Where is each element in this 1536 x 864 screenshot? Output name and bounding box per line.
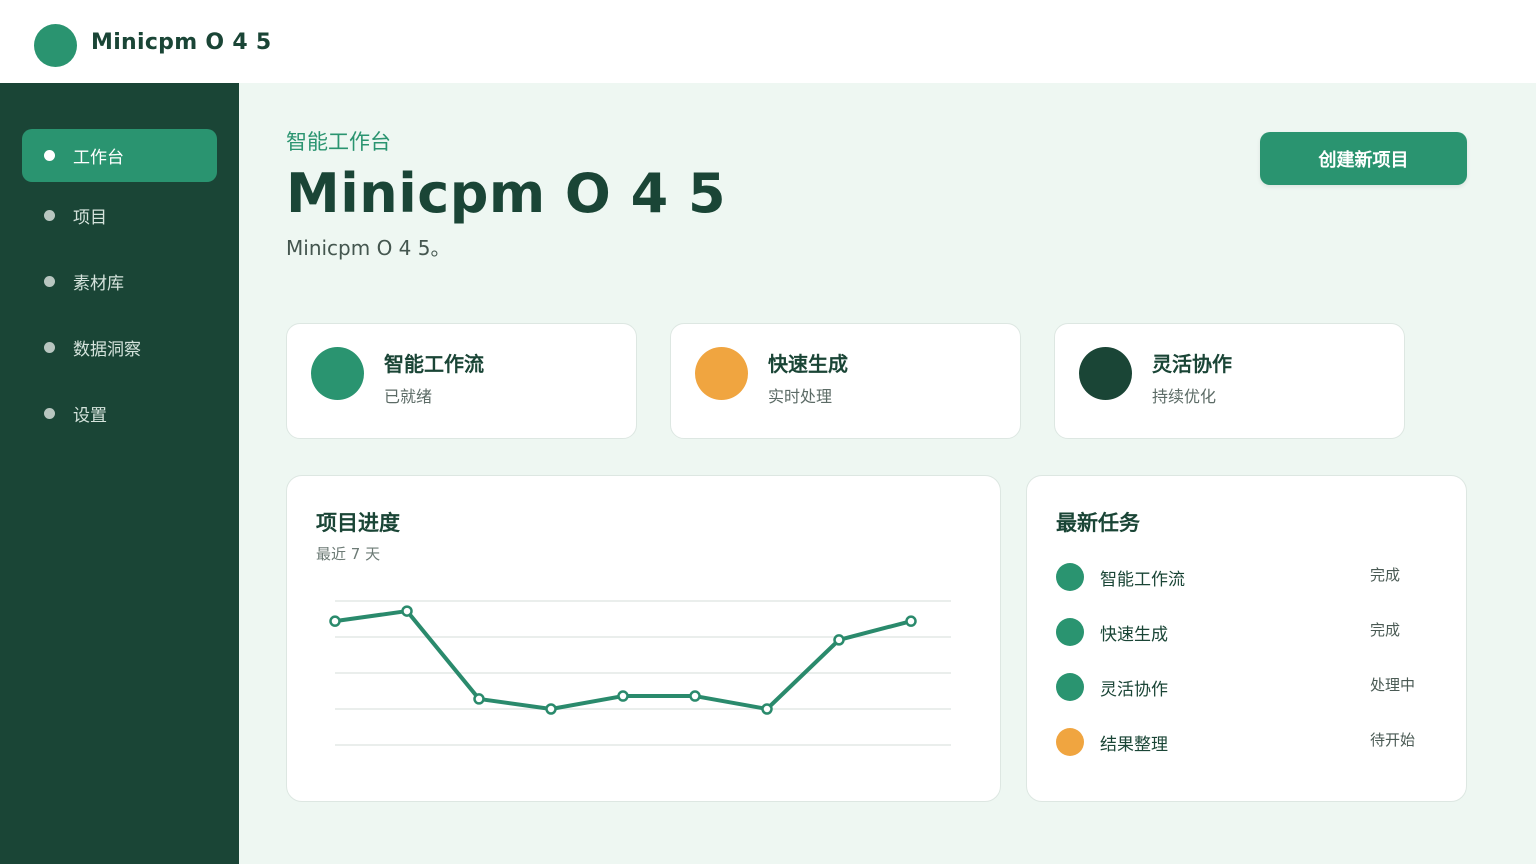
top-bar: Minicpm O 4 5 bbox=[0, 0, 1536, 83]
bullet-icon bbox=[44, 342, 55, 353]
panel-title: 最新任务 bbox=[1056, 511, 1140, 535]
bullet-icon bbox=[44, 210, 55, 221]
progress-panel: 项目进度 最近 7 天 bbox=[286, 475, 1001, 802]
app-title: Minicpm O 4 5 bbox=[91, 30, 272, 55]
sidebar-item-label: 工作台 bbox=[73, 148, 124, 168]
task-status: 完成 bbox=[1370, 621, 1401, 639]
progress-line-chart bbox=[329, 600, 951, 746]
sidebar-item-label: 项目 bbox=[73, 208, 107, 228]
bullet-icon bbox=[44, 150, 55, 161]
task-row[interactable]: 快速生成 完成 bbox=[1056, 616, 1436, 646]
chart-point[interactable] bbox=[473, 693, 485, 705]
feature-title: 灵活协作 bbox=[1152, 352, 1232, 376]
app-logo-icon bbox=[34, 24, 77, 67]
task-name: 结果整理 bbox=[1100, 735, 1168, 755]
task-name: 智能工作流 bbox=[1100, 570, 1185, 590]
task-name: 灵活协作 bbox=[1100, 680, 1168, 700]
chart-point[interactable] bbox=[761, 703, 773, 715]
task-status: 处理中 bbox=[1370, 676, 1416, 694]
feature-subtitle: 已就绪 bbox=[384, 387, 433, 406]
page-kicker: 智能工作台 bbox=[286, 130, 391, 154]
task-row[interactable]: 智能工作流 完成 bbox=[1056, 561, 1436, 591]
sidebar-item-label: 设置 bbox=[73, 406, 107, 426]
bullet-icon bbox=[44, 408, 55, 419]
chart-point[interactable] bbox=[905, 615, 917, 627]
sidebar-item-insights[interactable]: 数据洞察 bbox=[22, 321, 217, 374]
task-name: 快速生成 bbox=[1100, 625, 1168, 645]
bullet-icon bbox=[44, 276, 55, 287]
chart-point[interactable] bbox=[617, 690, 629, 702]
chart-point[interactable] bbox=[545, 703, 557, 715]
task-row[interactable]: 结果整理 待开始 bbox=[1056, 726, 1436, 756]
task-status: 完成 bbox=[1370, 566, 1401, 584]
feature-dot-icon bbox=[695, 347, 748, 400]
sidebar-item-projects[interactable]: 项目 bbox=[22, 189, 217, 242]
task-status-dot-icon bbox=[1056, 618, 1084, 646]
task-status-dot-icon bbox=[1056, 673, 1084, 701]
sidebar-item-workbench[interactable]: 工作台 bbox=[22, 129, 217, 182]
task-row[interactable]: 灵活协作 处理中 bbox=[1056, 671, 1436, 701]
chart-point[interactable] bbox=[329, 615, 341, 627]
feature-title: 智能工作流 bbox=[384, 352, 484, 376]
chart-point[interactable] bbox=[689, 690, 701, 702]
sidebar: 工作台 项目 素材库 数据洞察 设置 bbox=[0, 83, 239, 864]
feature-subtitle: 实时处理 bbox=[768, 387, 833, 406]
feature-card-workflow[interactable]: 智能工作流 已就绪 bbox=[286, 323, 637, 439]
task-status-dot-icon bbox=[1056, 728, 1084, 756]
task-status-dot-icon bbox=[1056, 563, 1084, 591]
create-project-button[interactable]: 创建新项目 bbox=[1260, 132, 1467, 185]
feature-subtitle: 持续优化 bbox=[1152, 387, 1217, 406]
chart-point[interactable] bbox=[833, 634, 845, 646]
feature-dot-icon bbox=[1079, 347, 1132, 400]
sidebar-item-assets[interactable]: 素材库 bbox=[22, 255, 217, 308]
task-status: 待开始 bbox=[1370, 731, 1416, 749]
sidebar-item-label: 素材库 bbox=[73, 274, 124, 294]
sidebar-item-settings[interactable]: 设置 bbox=[22, 387, 217, 440]
sidebar-item-label: 数据洞察 bbox=[73, 340, 141, 360]
feature-title: 快速生成 bbox=[768, 352, 848, 376]
feature-card-collaborate[interactable]: 灵活协作 持续优化 bbox=[1054, 323, 1405, 439]
feature-card-generate[interactable]: 快速生成 实时处理 bbox=[670, 323, 1021, 439]
tasks-panel: 最新任务 智能工作流 完成 快速生成 完成 灵活协作 处理中 结果整理 待开始 bbox=[1026, 475, 1467, 802]
chart-point[interactable] bbox=[401, 605, 413, 617]
page-description: Minicpm O 4 5。 bbox=[286, 236, 451, 260]
feature-dot-icon bbox=[311, 347, 364, 400]
page-title: Minicpm O 4 5 bbox=[286, 162, 727, 225]
